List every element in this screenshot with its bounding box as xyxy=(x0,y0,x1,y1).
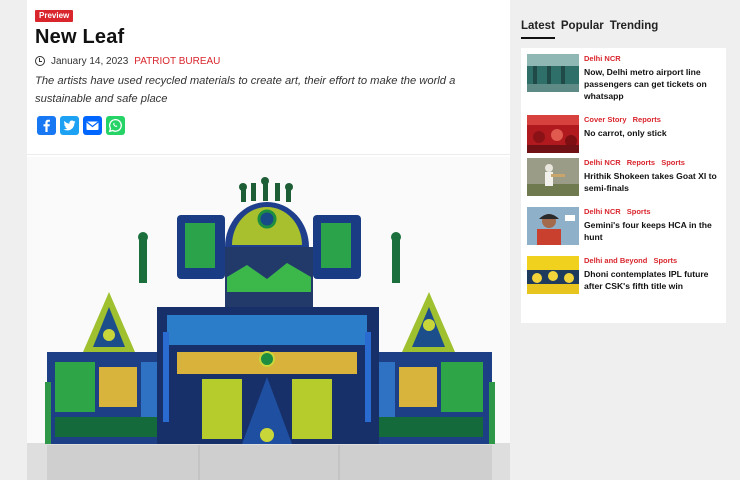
news-headline[interactable]: Gemini's four keeps HCA in the hunt xyxy=(584,219,719,243)
news-thumbnail[interactable] xyxy=(527,54,579,92)
news-thumbnail[interactable] xyxy=(527,207,579,245)
category-link[interactable]: Cover Story xyxy=(584,115,627,124)
news-categories: Delhi NCR Reports Sports xyxy=(584,158,719,168)
article-date: January 14, 2023 xyxy=(51,55,129,67)
featured-artwork-image xyxy=(27,157,510,480)
news-headline[interactable]: No carrot, only stick xyxy=(584,127,719,139)
category-link[interactable]: Sports xyxy=(627,207,651,216)
clock-icon xyxy=(35,56,45,66)
preview-badge[interactable]: Preview xyxy=(35,10,74,22)
tab-latest[interactable]: Latest xyxy=(521,20,555,39)
facebook-icon[interactable] xyxy=(37,116,56,135)
category-link[interactable]: Reports xyxy=(633,115,661,124)
news-categories: Delhi NCR xyxy=(584,54,719,64)
list-item[interactable]: Delhi NCR Reports Sports Hrithik Shokeen… xyxy=(527,158,719,196)
article-main: Preview New Leaf January 14, 2023 PATRIO… xyxy=(27,0,510,480)
tab-trending[interactable]: Trending xyxy=(610,20,659,39)
email-icon[interactable] xyxy=(83,116,102,135)
article-author[interactable]: PATRIOT BUREAU xyxy=(134,56,220,67)
share-buttons xyxy=(37,116,125,135)
news-headline[interactable]: Dhoni contemplates IPL future after CSK'… xyxy=(584,268,719,292)
news-thumbnail[interactable] xyxy=(527,256,579,294)
latest-news-list: Delhi NCR Now, Delhi metro airport line … xyxy=(521,48,726,323)
article-summary: The artists have used recycled materials… xyxy=(35,75,456,105)
news-thumbnail[interactable] xyxy=(527,158,579,196)
news-headline[interactable]: Hrithik Shokeen takes Goat XI to semi-fi… xyxy=(584,170,719,194)
category-link[interactable]: Sports xyxy=(661,158,685,167)
category-link[interactable]: Reports xyxy=(627,158,655,167)
list-item[interactable]: Delhi NCR Sports Gemini's four keeps HCA… xyxy=(527,207,719,245)
divider xyxy=(27,154,510,155)
news-categories: Delhi NCR Sports xyxy=(584,207,719,217)
article-title: New Leaf xyxy=(35,26,125,48)
category-link[interactable]: Delhi NCR xyxy=(584,54,621,63)
news-headline[interactable]: Now, Delhi metro airport line passengers… xyxy=(584,66,719,102)
category-link[interactable]: Delhi NCR xyxy=(584,207,621,216)
category-link[interactable]: Delhi NCR xyxy=(584,158,621,167)
list-item[interactable]: Delhi and Beyond Sports Dhoni contemplat… xyxy=(527,256,719,294)
category-link[interactable]: Delhi and Beyond xyxy=(584,256,647,265)
news-categories: Cover Story Reports xyxy=(584,115,719,125)
whatsapp-icon[interactable] xyxy=(106,116,125,135)
article-meta: January 14, 2023 PATRIOT BUREAU xyxy=(35,55,220,67)
news-thumbnail[interactable] xyxy=(527,115,579,153)
tab-popular[interactable]: Popular xyxy=(561,20,604,39)
list-item[interactable]: Delhi NCR Now, Delhi metro airport line … xyxy=(527,54,719,102)
category-link[interactable]: Sports xyxy=(653,256,677,265)
news-categories: Delhi and Beyond Sports xyxy=(584,256,719,266)
sidebar-tabs: Latest Popular Trending xyxy=(521,20,658,39)
list-item[interactable]: Cover Story Reports No carrot, only stic… xyxy=(527,115,719,153)
twitter-icon[interactable] xyxy=(60,116,79,135)
